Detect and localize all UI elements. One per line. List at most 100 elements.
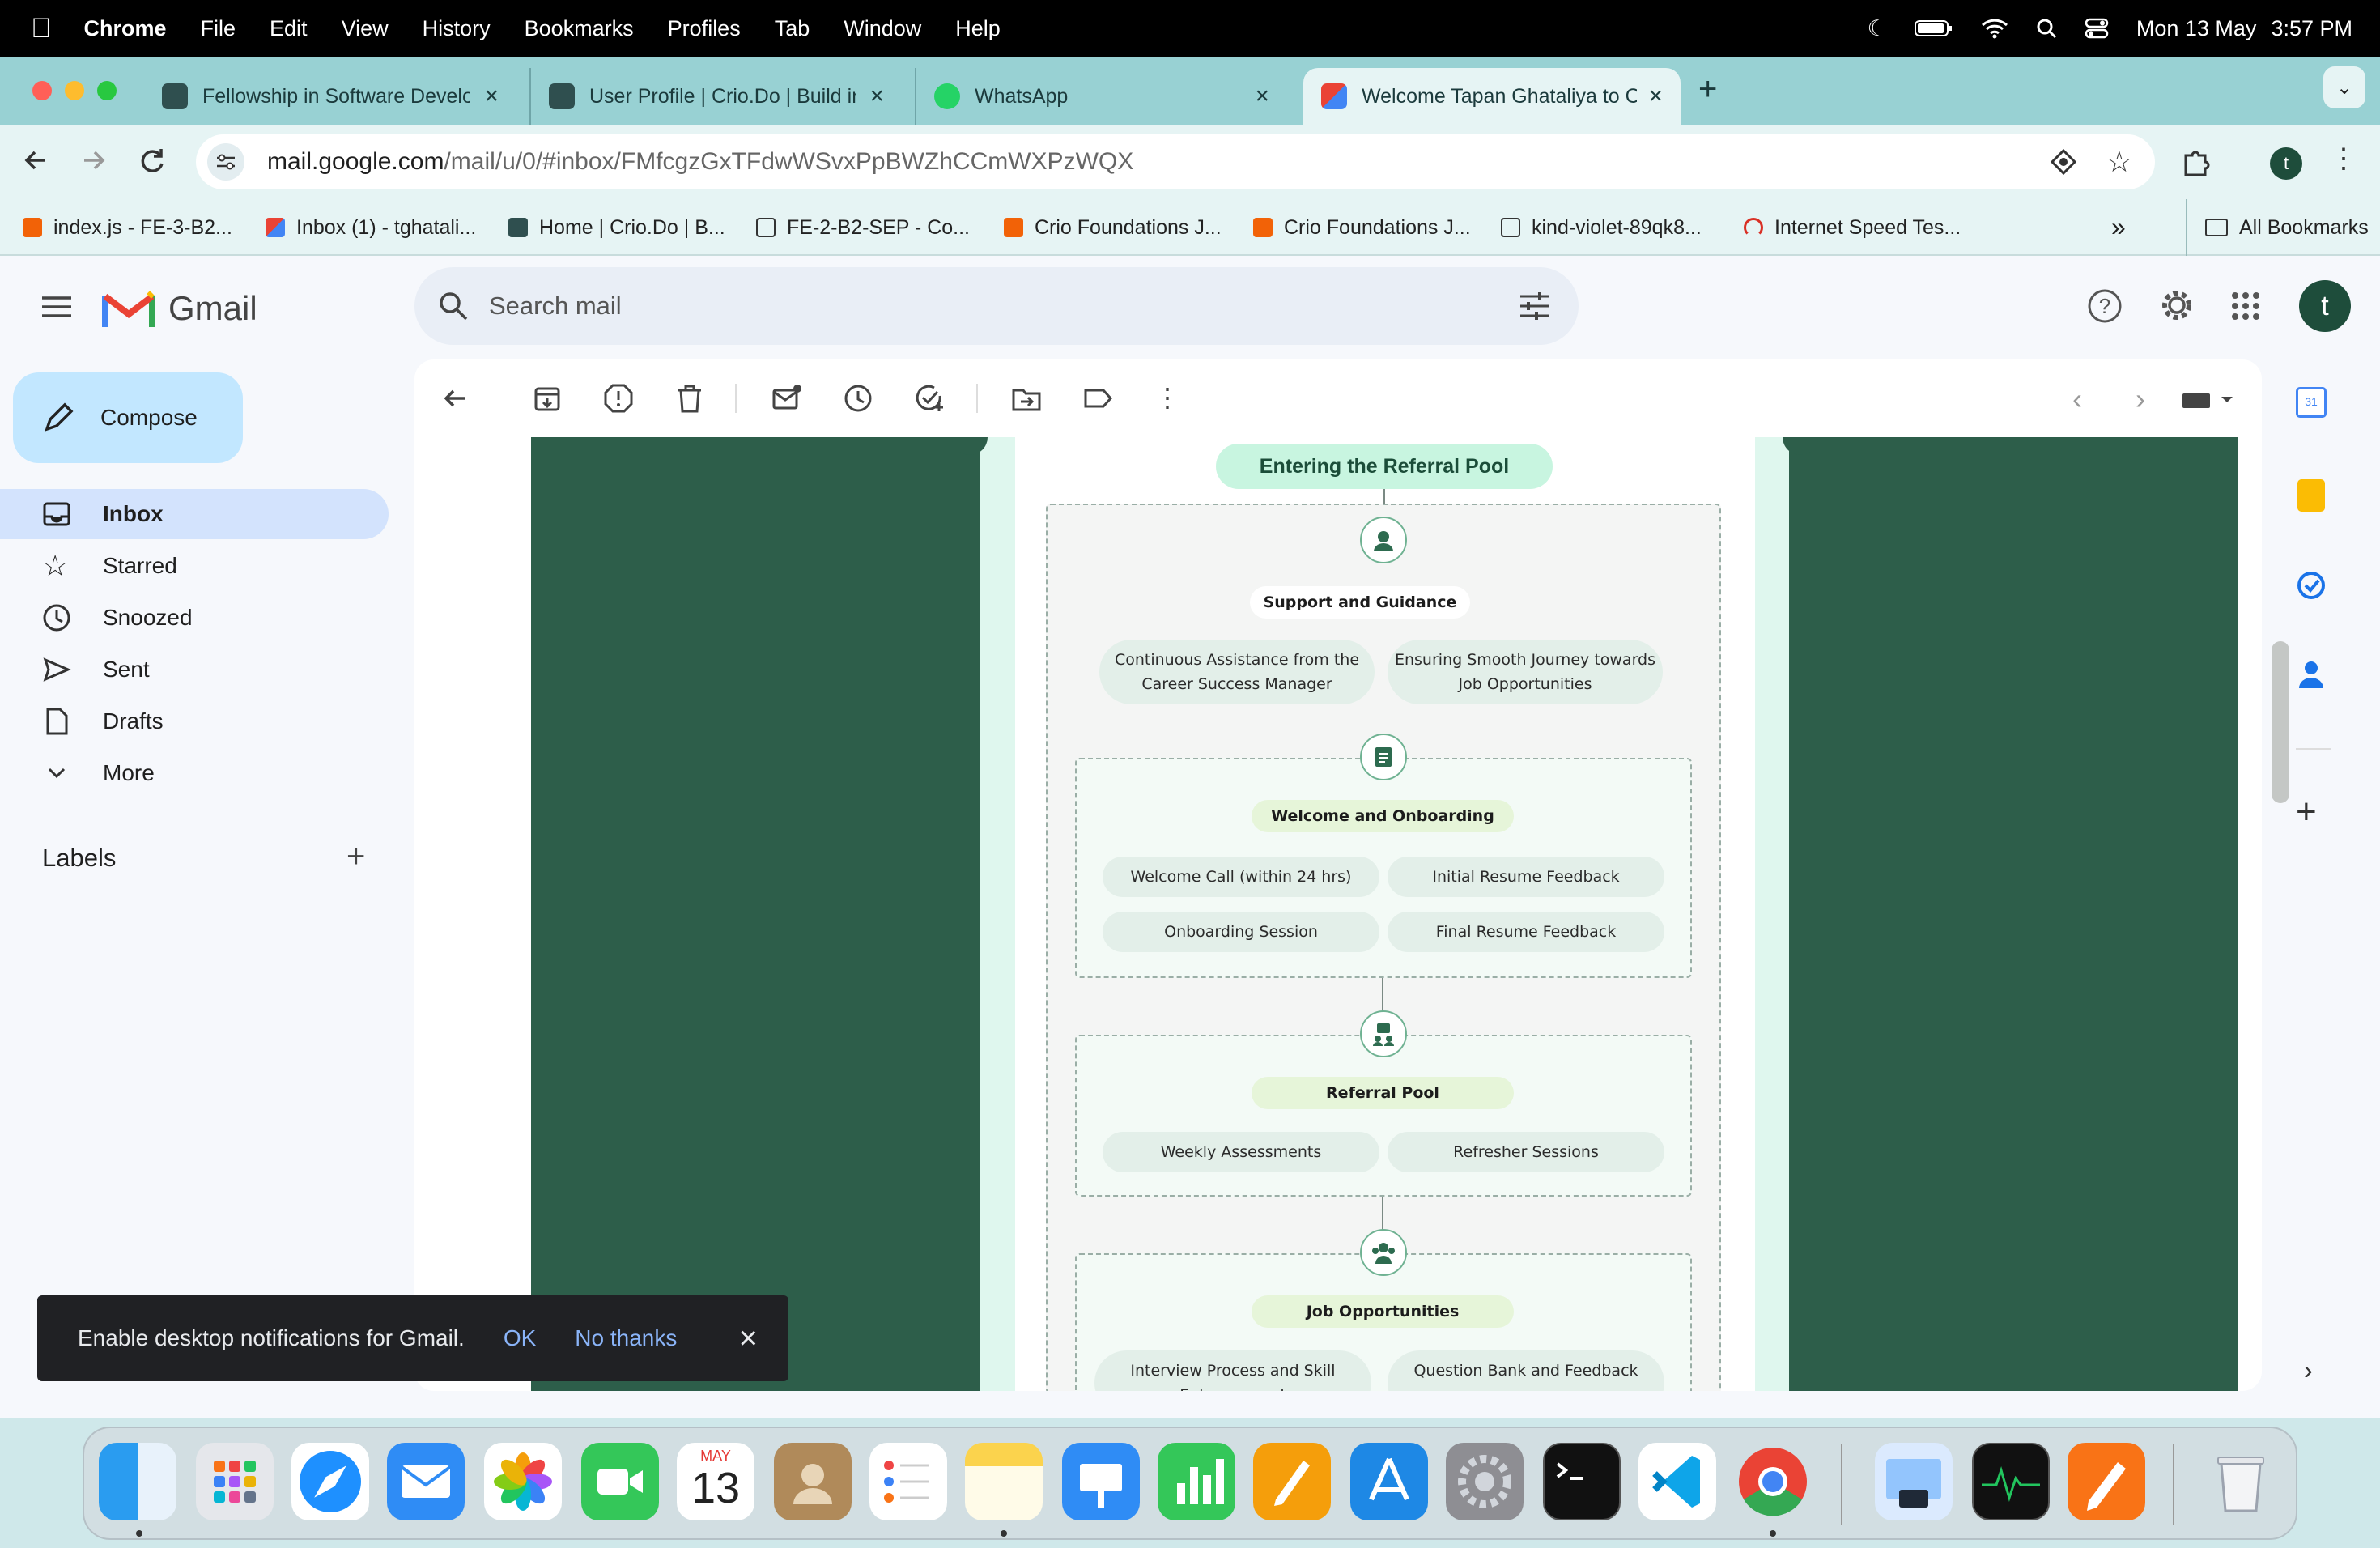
app-store-icon[interactable]	[1350, 1443, 1428, 1520]
message-scrollbar[interactable]	[2272, 641, 2289, 803]
minimize-window-button[interactable]	[65, 81, 84, 100]
back-arrow-icon[interactable]	[19, 144, 52, 176]
all-bookmarks-button[interactable]: All Bookmarks	[2186, 199, 2369, 256]
tab-fellowship[interactable]: Fellowship in Software Develo ×	[144, 68, 516, 125]
tab-gmail-welcome[interactable]: Welcome Tapan Ghataliya to C ×	[1303, 68, 1681, 125]
delete-icon[interactable]	[674, 382, 706, 415]
tab-whatsapp[interactable]: WhatsApp ×	[915, 68, 1287, 125]
sidebar-item-snoozed[interactable]: Snoozed	[0, 593, 389, 643]
gmail-logo[interactable]: Gmail	[102, 288, 257, 329]
bookmark-item[interactable]: Home | Crio.Do | B...	[508, 199, 725, 256]
sidebar-item-starred[interactable]: ☆ Starred	[0, 541, 389, 591]
bookmarks-overflow-icon[interactable]: »	[2111, 212, 2126, 242]
tab-search-button[interactable]: ⌄	[2323, 66, 2365, 108]
search-bar[interactable]: Search mail	[414, 267, 1579, 345]
menu-profiles[interactable]: Profiles	[668, 16, 741, 41]
safari-icon[interactable]	[291, 1443, 369, 1520]
more-vert-icon[interactable]: ⋮	[2330, 142, 2357, 175]
help-icon[interactable]: ?	[2087, 288, 2123, 324]
vscode-icon[interactable]	[1638, 1443, 1716, 1520]
tasks-icon[interactable]	[2296, 570, 2327, 601]
newer-message-icon[interactable]: ‹	[2061, 382, 2093, 415]
older-message-icon[interactable]: ›	[2124, 382, 2157, 415]
chrome-icon[interactable]	[1734, 1443, 1812, 1520]
snooze-icon[interactable]	[842, 382, 874, 415]
get-addons-icon[interactable]: +	[2296, 792, 2317, 832]
settings-gear-icon[interactable]	[2158, 287, 2195, 324]
input-tools-icon[interactable]	[2176, 382, 2241, 415]
photos-icon[interactable]	[484, 1443, 562, 1520]
finder-icon[interactable]	[99, 1443, 176, 1520]
trash-icon[interactable]	[2202, 1443, 2280, 1520]
reload-icon[interactable]	[136, 144, 168, 176]
sidebar-item-inbox[interactable]: Inbox	[0, 489, 389, 539]
pen-icon[interactable]	[2068, 1443, 2145, 1520]
add-to-tasks-icon[interactable]	[913, 382, 946, 415]
contacts-icon[interactable]	[774, 1443, 852, 1520]
control-center-icon[interactable]	[2085, 18, 2109, 39]
numbers-icon[interactable]	[1158, 1443, 1235, 1520]
more-options-icon[interactable]: ⋮	[1151, 382, 1184, 415]
menubar-time[interactable]: 3:57 PM	[2271, 16, 2352, 41]
menubar-date[interactable]: Mon 13 May	[2136, 16, 2257, 41]
keynote-icon[interactable]	[1062, 1443, 1140, 1520]
menu-history[interactable]: History	[423, 16, 491, 41]
bookmark-item[interactable]: Crio Foundations J...	[1004, 199, 1222, 256]
contacts-icon[interactable]	[2297, 659, 2325, 690]
menu-bookmarks[interactable]: Bookmarks	[525, 16, 634, 41]
bookmark-item[interactable]: FE-2-B2-SEP - Co...	[756, 199, 970, 256]
mark-unread-icon[interactable]	[771, 382, 803, 415]
archive-icon[interactable]	[531, 382, 563, 415]
install-app-icon[interactable]	[2050, 148, 2077, 176]
menu-view[interactable]: View	[342, 16, 389, 41]
keep-icon[interactable]	[2297, 479, 2325, 512]
sidebar-item-drafts[interactable]: Drafts	[0, 696, 389, 746]
extensions-icon[interactable]	[2181, 146, 2212, 176]
calendar-icon[interactable]: 31	[2296, 387, 2327, 418]
close-icon[interactable]: ×	[869, 83, 884, 110]
reminders-icon[interactable]	[869, 1443, 947, 1520]
menu-window[interactable]: Window	[844, 16, 921, 41]
google-apps-icon[interactable]	[2231, 291, 2260, 321]
close-icon[interactable]: ×	[1648, 83, 1663, 110]
wifi-icon[interactable]	[1981, 18, 2008, 39]
sidebar-item-sent[interactable]: Sent	[0, 644, 389, 695]
site-info-icon[interactable]	[207, 143, 244, 181]
system-settings-icon[interactable]	[1446, 1443, 1524, 1520]
zoom-window-button[interactable]	[97, 81, 117, 100]
menu-file[interactable]: File	[201, 16, 236, 41]
new-tab-button[interactable]: +	[1698, 71, 1717, 108]
mail-icon[interactable]	[387, 1443, 465, 1520]
label-icon[interactable]	[1082, 382, 1114, 415]
calendar-icon[interactable]: MAY 13	[677, 1443, 754, 1520]
bookmark-item[interactable]: Internet Speed Tes...	[1744, 199, 1961, 256]
battery-icon[interactable]	[1914, 19, 1953, 38]
close-icon[interactable]: ×	[739, 1320, 758, 1357]
close-icon[interactable]: ×	[484, 83, 499, 110]
tab-user-profile[interactable]: User Profile | Crio.Do | Build in ×	[529, 68, 902, 125]
menu-edit[interactable]: Edit	[270, 16, 308, 41]
snackbar-no-thanks-button[interactable]: No thanks	[575, 1325, 677, 1351]
menu-tab[interactable]: Tab	[775, 16, 810, 41]
menu-app-name[interactable]: Chrome	[84, 16, 167, 41]
search-input[interactable]: Search mail	[489, 291, 622, 321]
bookmark-star-icon[interactable]: ☆	[2106, 145, 2132, 179]
report-spam-icon[interactable]	[602, 382, 635, 415]
bookmark-item[interactable]: index.js - FE-3-B2...	[23, 199, 232, 256]
moon-icon[interactable]: ☾	[1868, 16, 1887, 41]
profile-avatar[interactable]: t	[2270, 147, 2302, 180]
close-icon[interactable]: ×	[1255, 83, 1269, 110]
activity-monitor-icon[interactable]	[1972, 1443, 2050, 1520]
facetime-icon[interactable]	[581, 1443, 659, 1520]
spotlight-search-icon[interactable]	[2036, 18, 2057, 39]
apple-icon[interactable]: 	[31, 13, 52, 45]
sidebar-item-more[interactable]: More	[0, 748, 389, 798]
search-icon[interactable]	[437, 290, 470, 322]
pages-icon[interactable]	[1253, 1443, 1331, 1520]
back-to-inbox-icon[interactable]	[439, 382, 471, 415]
search-options-icon[interactable]	[1519, 291, 1551, 321]
add-label-icon[interactable]: +	[346, 839, 365, 875]
main-menu-icon[interactable]	[40, 295, 73, 319]
close-window-button[interactable]	[32, 81, 52, 100]
address-bar[interactable]: mail.google.com /mail/u/0/#inbox/FMfcgzG…	[196, 134, 2155, 189]
